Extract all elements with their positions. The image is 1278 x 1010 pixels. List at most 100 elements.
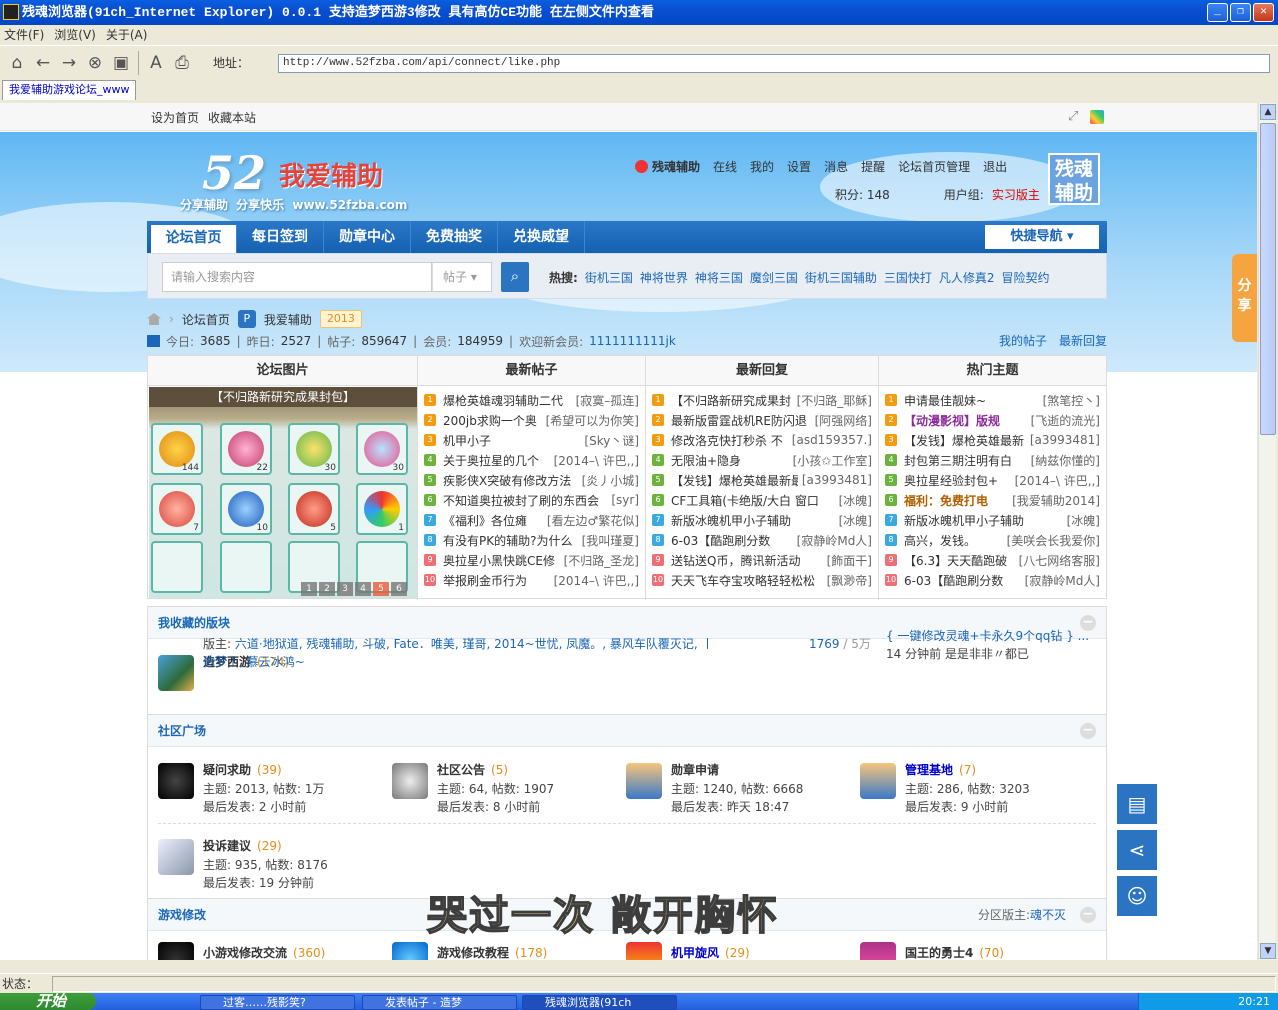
item-title[interactable]: 新版冰魄机甲小子辅助 bbox=[904, 512, 1063, 529]
section-title[interactable]: 游戏修改 bbox=[158, 908, 206, 922]
item-author[interactable]: [我爱辅助2014] bbox=[1012, 492, 1100, 509]
latest-reply-link[interactable]: 最新回复 bbox=[1059, 332, 1107, 349]
post-icon[interactable]: ▤ bbox=[1117, 784, 1157, 824]
item-author[interactable]: [2014–\ 许巴,,] bbox=[1015, 472, 1100, 489]
item-author[interactable]: [asd159357.] bbox=[792, 433, 872, 447]
hot-link[interactable]: 冒险契约 bbox=[1002, 269, 1050, 286]
forum-item[interactable]: 机甲旋风 (29) bbox=[626, 942, 856, 960]
item-title[interactable]: 6-03【酷跑刷分数 bbox=[671, 532, 793, 549]
forum-name[interactable]: 勋章申请 bbox=[671, 761, 725, 778]
fullscreen-icon[interactable]: ⤢ bbox=[1068, 110, 1082, 124]
minimize-button[interactable]: _ bbox=[1207, 3, 1228, 22]
forum-name[interactable]: 疑问求助 (39) bbox=[203, 761, 282, 778]
slide-page-button[interactable]: 4 bbox=[355, 582, 371, 596]
search-input[interactable]: 请输入搜索内容 bbox=[162, 262, 432, 292]
list-item[interactable]: 4 无限油+隐身 [小孩✩工作室] bbox=[652, 450, 872, 470]
stop-icon[interactable]: ⊗ bbox=[82, 50, 108, 76]
my-posts-link[interactable]: 我的帖子 bbox=[999, 332, 1047, 349]
item-title[interactable]: 申请最佳靓妹~ bbox=[904, 392, 1039, 409]
section-title[interactable]: 我收藏的版块 bbox=[158, 616, 230, 630]
crumb-home[interactable]: 论坛首页 bbox=[182, 311, 230, 328]
notify-link[interactable]: 提醒 bbox=[861, 158, 885, 175]
list-item[interactable]: 4 关于奥拉星的几个 [2014–\ 许巴,,] bbox=[424, 450, 639, 470]
forum-name[interactable]: 管理基地 (7) bbox=[905, 761, 976, 778]
list-item[interactable]: 9 奥拉星小黑快跳CE修 [不归路_圣龙] bbox=[424, 550, 639, 570]
item-author[interactable]: [a3993481] bbox=[1030, 433, 1100, 447]
last-post-title[interactable]: { 一键修改灵魂+卡永久9个qq钻 } ... bbox=[886, 627, 1101, 645]
forum-name[interactable]: 小游戏修改交流 (360) bbox=[203, 944, 325, 960]
my-link[interactable]: 我的 bbox=[750, 158, 774, 175]
forum-name[interactable]: 机甲旋风 (29) bbox=[671, 944, 750, 960]
home-icon[interactable] bbox=[147, 313, 161, 325]
home-icon[interactable]: ⌂ bbox=[4, 50, 30, 76]
print-icon[interactable]: ⎙ bbox=[169, 50, 195, 76]
item-title[interactable]: 高兴，发钱。 bbox=[904, 532, 1003, 549]
list-item[interactable]: 9 【6.3】天天酷跑破 [八七网络客服] bbox=[885, 550, 1100, 570]
list-item[interactable]: 5 疾影侠X突破有修改方法 [炎丿小城] bbox=[424, 470, 639, 490]
list-item[interactable]: 1 【不归路新研究成果封 [不归路_耶稣] bbox=[652, 390, 872, 410]
settings-link[interactable]: 设置 bbox=[787, 158, 811, 175]
list-item[interactable]: 6 福利：免费打电 [我爱辅助2014] bbox=[885, 490, 1100, 510]
item-title[interactable]: 举报刷金币行为 bbox=[443, 572, 550, 589]
share-icon[interactable]: ⋖ bbox=[1117, 830, 1157, 870]
item-author[interactable]: [小孩✩工作室] bbox=[793, 452, 872, 469]
item-title[interactable]: 【不归路新研究成果封 bbox=[671, 392, 793, 409]
list-item[interactable]: 2 200jb求购一个奥 [希望可以为你笑] bbox=[424, 410, 639, 430]
list-item[interactable]: 10 举报刷金币行为 [2014–\ 许巴,,] bbox=[424, 570, 639, 590]
hot-link[interactable]: 街机三国 bbox=[585, 269, 633, 286]
list-item[interactable]: 2 最新版雷霆战机RE防闪退 [阿强网络] bbox=[652, 410, 872, 430]
hot-link[interactable]: 神将三国 bbox=[695, 269, 743, 286]
item-title[interactable]: 修改洛克快打秒杀 不 bbox=[671, 432, 788, 449]
logo-text[interactable]: 我爱辅助 bbox=[279, 156, 383, 193]
close-button[interactable]: ✕ bbox=[1253, 3, 1274, 22]
item-title[interactable]: 奥拉星经验封包+ bbox=[904, 472, 1011, 489]
item-author[interactable]: [飞逝的流光] bbox=[1031, 412, 1100, 429]
item-title[interactable]: 送钻送Q币，腾讯新活动 bbox=[671, 552, 823, 569]
forum-name[interactable]: 国王的勇士4 (70) bbox=[905, 944, 1004, 960]
list-item[interactable]: 2 【动漫影视】版规 [飞逝的流光] bbox=[885, 410, 1100, 430]
section-title[interactable]: 社区广场 bbox=[158, 724, 206, 738]
bookmark-link[interactable]: 收藏本站 bbox=[208, 109, 256, 126]
font-size-icon[interactable]: A bbox=[143, 50, 169, 76]
slide-page-button[interactable]: 2 bbox=[319, 582, 335, 596]
list-item[interactable]: 3 修改洛克快打秒杀 不 [asd159357.] bbox=[652, 430, 872, 450]
taskbar-item[interactable]: 过客……残影笑? bbox=[200, 995, 355, 1010]
item-title[interactable]: 无限油+隐身 bbox=[671, 452, 789, 469]
item-title[interactable]: 【动漫影视】版规 bbox=[904, 412, 1027, 429]
refresh-icon[interactable]: ▣ bbox=[108, 50, 134, 76]
taskbar-item[interactable]: 发表帖子 - 造梦 bbox=[362, 995, 517, 1010]
item-author[interactable]: [炎丿小城] bbox=[582, 472, 639, 489]
item-author[interactable]: [Sky丶谜] bbox=[584, 432, 639, 449]
nav-home[interactable]: 论坛首页 bbox=[151, 225, 237, 253]
item-author[interactable]: [冰魄] bbox=[1067, 512, 1100, 529]
messages-link[interactable]: 消息 bbox=[824, 158, 848, 175]
online-link[interactable]: 在线 bbox=[713, 158, 737, 175]
share-button[interactable]: 分享 bbox=[1232, 254, 1257, 342]
group-value[interactable]: 实习版主 bbox=[992, 186, 1040, 203]
start-button[interactable]: 开始 bbox=[0, 993, 96, 1010]
forward-icon[interactable]: → bbox=[56, 50, 82, 76]
scroll-thumb[interactable] bbox=[1260, 123, 1276, 435]
points-label[interactable]: 积分: 148 bbox=[835, 186, 890, 203]
back-icon[interactable]: ← bbox=[30, 50, 56, 76]
nav-exchange[interactable]: 兑换威望 bbox=[498, 221, 585, 253]
quick-nav-button[interactable]: 快捷导航 ▾ bbox=[985, 225, 1099, 249]
item-author[interactable]: [syr] bbox=[611, 493, 639, 507]
forum-name[interactable]: 社区公告 (5) bbox=[437, 761, 508, 778]
item-author[interactable]: [希望可以为你笑] bbox=[546, 412, 639, 429]
forum-name[interactable]: 游戏修改教程 (178) bbox=[437, 944, 547, 960]
list-item[interactable]: 7 《福利》各位瘫 [看左边♂繁花似] bbox=[424, 510, 639, 530]
search-type-select[interactable]: 帖子 ▾ bbox=[432, 262, 492, 292]
item-author[interactable]: [八七网络客服] bbox=[1019, 552, 1100, 569]
item-author[interactable]: [阿强网络] bbox=[815, 412, 872, 429]
admin-link[interactable]: 论坛首页管理 bbox=[898, 158, 970, 175]
avatar[interactable]: 残魂辅助 bbox=[1048, 153, 1100, 205]
item-author[interactable]: [看左边♂繁花似] bbox=[547, 512, 639, 529]
item-title[interactable]: 有没有PK的辅助?为什么 bbox=[443, 532, 578, 549]
item-author[interactable]: [冰魄] bbox=[839, 512, 872, 529]
list-item[interactable]: 3 机甲小子 [Sky丶谜] bbox=[424, 430, 639, 450]
item-title[interactable]: 【6.3】天天酷跑破 bbox=[904, 552, 1015, 569]
nav-medals[interactable]: 勋章中心 bbox=[324, 221, 411, 253]
forum-item[interactable]: 小游戏修改交流 (360) bbox=[158, 942, 388, 960]
scroll-up-icon[interactable]: ▲ bbox=[1260, 104, 1276, 120]
